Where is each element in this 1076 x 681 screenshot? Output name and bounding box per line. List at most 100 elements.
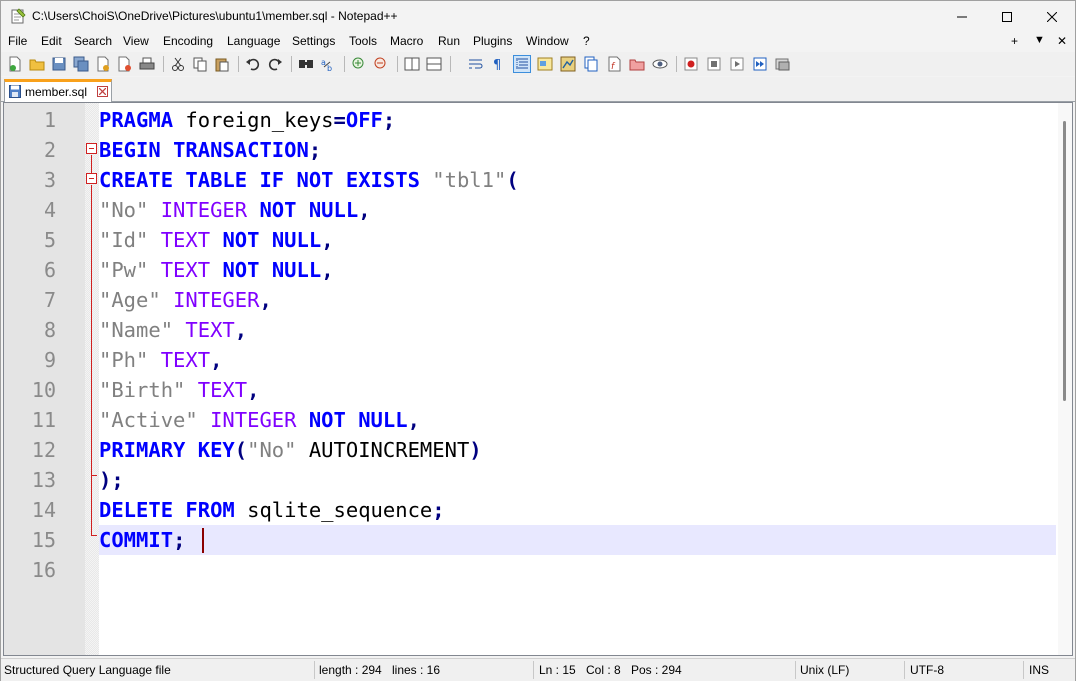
record-macro-button[interactable] (682, 55, 700, 73)
notepadpp-window: C:\Users\ChoiS\OneDrive\Pictures\ubuntu1… (0, 0, 1076, 681)
menu-window[interactable]: Window (526, 34, 569, 48)
sync-vertical-button[interactable] (403, 55, 421, 73)
find-button[interactable] (297, 55, 315, 73)
word-wrap-button[interactable] (467, 55, 485, 73)
title-bar: C:\Users\ChoiS\OneDrive\Pictures\ubuntu1… (1, 1, 1075, 32)
code-line[interactable]: "Ph" TEXT, (99, 345, 222, 375)
new-file-button[interactable] (6, 55, 24, 73)
scrollbar-thumb[interactable] (1063, 121, 1066, 401)
minimize-icon (957, 16, 967, 17)
menu-macro[interactable]: Macro (390, 34, 423, 48)
code-line[interactable]: PRIMARY KEY("No" AUTOINCREMENT) (99, 435, 482, 465)
code-token: NOT (259, 198, 297, 222)
menu-tools[interactable]: Tools (349, 34, 377, 48)
zoom-in-button[interactable] (350, 55, 368, 73)
show-all-chars-button[interactable]: ¶ (489, 55, 507, 73)
zoom-out-button[interactable] (372, 55, 390, 73)
code-line[interactable]: "Pw" TEXT NOT NULL, (99, 255, 334, 285)
play-macro-button[interactable] (728, 55, 746, 73)
replace-button[interactable]: ab (319, 55, 337, 73)
code-token: "Age" (99, 288, 161, 312)
paste-icon (215, 58, 229, 72)
status-lines: lines : 16 (392, 663, 441, 677)
status-eol[interactable]: Unix (LF) (800, 659, 849, 681)
minimize-button[interactable] (939, 1, 985, 32)
menu-file[interactable]: File (8, 34, 27, 48)
code-line[interactable]: "No" INTEGER NOT NULL, (99, 195, 371, 225)
redo-button[interactable] (266, 55, 284, 73)
save-macro-button[interactable] (774, 55, 792, 73)
status-encoding[interactable]: UTF-8 (910, 659, 944, 681)
vertical-scrollbar[interactable] (1058, 103, 1072, 655)
indent-guide-button[interactable] (513, 55, 531, 73)
new-tab-plus-button[interactable]: + (1011, 34, 1018, 48)
paste-button[interactable] (213, 55, 231, 73)
save-button[interactable] (50, 55, 68, 73)
close-document-button[interactable]: ✕ (1057, 34, 1067, 48)
cut-button[interactable] (169, 55, 187, 73)
open-file-button[interactable] (28, 55, 46, 73)
stop-macro-button[interactable] (705, 55, 723, 73)
text-caret (202, 528, 204, 553)
close-file-button[interactable] (94, 55, 112, 73)
sync-horizontal-button[interactable] (425, 55, 443, 73)
tab-member-sql[interactable]: member.sql (4, 79, 112, 102)
function-list-button[interactable]: f (605, 55, 623, 73)
code-line[interactable]: DELETE FROM sqlite_sequence; (99, 495, 445, 525)
status-insert-mode[interactable]: INS (1029, 659, 1049, 681)
menu-search[interactable]: Search (74, 34, 112, 48)
code-token: NOT (222, 228, 260, 252)
folder-workspace-button[interactable] (628, 55, 646, 73)
code-line[interactable]: "Active" INTEGER NOT NULL, (99, 405, 420, 435)
undo-button[interactable] (244, 55, 262, 73)
tab-list-dropdown-button[interactable]: ▼ (1034, 34, 1045, 46)
notepadpp-logo-icon (10, 8, 26, 24)
code-line[interactable]: "Name" TEXT, (99, 315, 247, 345)
print-button[interactable] (138, 55, 156, 73)
menu-settings[interactable]: Settings (292, 34, 335, 48)
fold-toggle-begin[interactable] (86, 143, 97, 154)
close-window-button[interactable] (1029, 1, 1075, 32)
close-all-button[interactable] (116, 55, 134, 73)
code-line[interactable]: "Id" TEXT NOT NULL, (99, 225, 334, 255)
maximize-button[interactable] (984, 1, 1030, 32)
udl-button[interactable] (536, 55, 554, 73)
fold-margin[interactable] (85, 103, 99, 655)
doc-list-button[interactable] (582, 55, 600, 73)
monitor-button[interactable] (651, 55, 669, 73)
code-line[interactable]: PRAGMA foreign_keys=OFF; (99, 105, 395, 135)
run-multiple-macro-button[interactable] (751, 55, 769, 73)
code-token: ; (173, 528, 186, 552)
menu-help[interactable]: ? (583, 34, 590, 48)
code-token: , (358, 198, 371, 222)
doc-map-button[interactable] (559, 55, 577, 73)
code-line[interactable]: "Age" INTEGER, (99, 285, 272, 315)
menu-run[interactable]: Run (438, 34, 460, 48)
save-all-button[interactable] (72, 55, 90, 73)
code-token: IF (259, 168, 285, 192)
menu-language[interactable]: Language (227, 34, 280, 48)
menu-view[interactable]: View (123, 34, 149, 48)
fold-end-begin (91, 535, 97, 536)
fold-toggle-create[interactable] (86, 173, 97, 184)
menu-plugins[interactable]: Plugins (473, 34, 512, 48)
menu-edit[interactable]: Edit (41, 34, 62, 48)
copy-button[interactable] (191, 55, 209, 73)
code-editor[interactable]: 1 2 3 4 5 6 7 8 9 10 11 12 13 14 15 16 PRAGMA foreign_k… (3, 102, 1073, 656)
code-token: TEXT (185, 318, 235, 342)
print-icon (139, 57, 155, 70)
tab-close-button[interactable] (97, 86, 108, 97)
code-line[interactable]: BEGIN TRANSACTION; (99, 135, 321, 165)
code-line[interactable]: ); (99, 465, 124, 495)
code-line[interactable]: CREATE TABLE IF NOT EXISTS "tbl1"( (99, 165, 519, 195)
code-line[interactable]: "Birth" TEXT, (99, 375, 259, 405)
code-token: NULL (308, 198, 359, 222)
menu-encoding[interactable]: Encoding (163, 34, 213, 48)
code-line[interactable]: COMMIT; (99, 525, 185, 555)
line-number-gutter: 1 2 3 4 5 6 7 8 9 10 11 12 13 14 15 16 (4, 103, 85, 655)
